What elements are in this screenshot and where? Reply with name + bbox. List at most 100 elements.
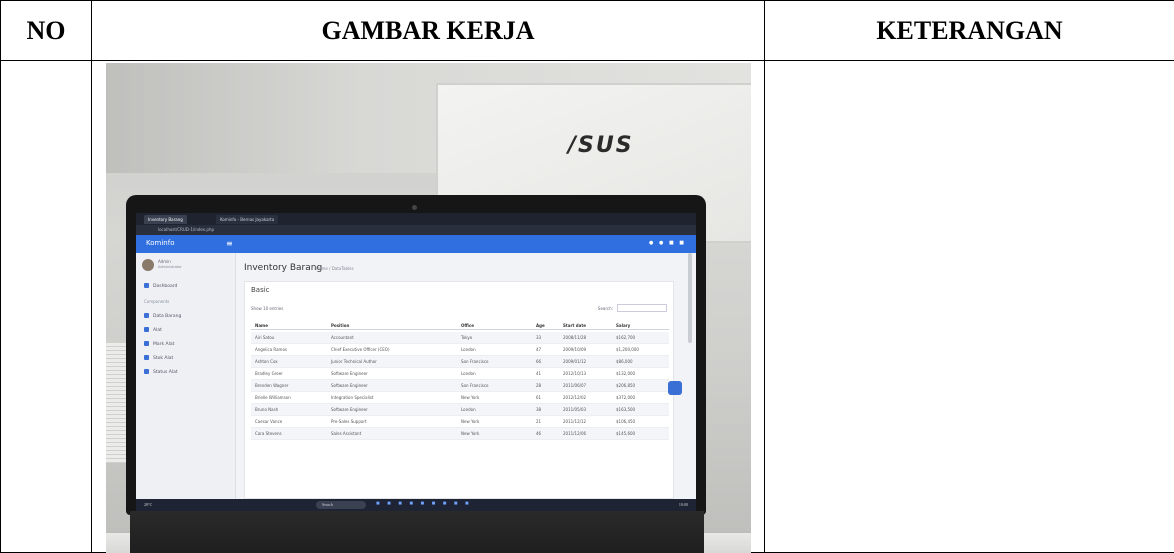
taskbar-search[interactable]: Search bbox=[316, 501, 366, 509]
table-cell: London bbox=[461, 347, 476, 352]
weather-widget[interactable]: 28°C bbox=[144, 502, 152, 507]
taskbar-app-icons[interactable]: ■ ■ ■ ■ ■ ■ ■ ■ ■ bbox=[376, 501, 472, 507]
datatable-card: Basic Show 10 entries Search: Name Posit… bbox=[244, 281, 674, 499]
table-row[interactable]: Brenden Wagner Software Engineer San Franc… bbox=[251, 380, 669, 392]
table-cell: Accountant bbox=[331, 335, 354, 340]
address-bar[interactable]: localhost/CRUD-1/index.php bbox=[136, 225, 696, 235]
table-cell: 33 bbox=[536, 335, 542, 340]
webcam-icon bbox=[412, 205, 417, 210]
cell-no bbox=[0, 60, 92, 553]
sidebar-item-stok-alat[interactable]: Stok Alat bbox=[144, 355, 173, 361]
sidebar-item-alat[interactable]: Alat bbox=[144, 327, 162, 333]
table-cell: 2011/06/07 bbox=[563, 383, 587, 388]
table-cell: $163,500 bbox=[616, 407, 636, 412]
table-cell: 2012/10/13 bbox=[563, 371, 587, 376]
table-row[interactable]: Caesar Vance Pre-Sales Support New York 21 2… bbox=[251, 416, 669, 428]
hamburger-icon[interactable]: ≡ bbox=[226, 239, 233, 248]
laptop-chin bbox=[130, 511, 704, 553]
sidebar-item-data-barang[interactable]: Data Barang bbox=[144, 313, 181, 319]
browser-tab-bar: Inventory Barang Kominfo - Bernas Jayaka… bbox=[136, 213, 696, 225]
work-photo: /SUS Inventory Barang Kominfo - Bernas J… bbox=[106, 63, 751, 553]
table-cell: New York bbox=[461, 431, 480, 436]
avatar bbox=[142, 259, 154, 271]
search-input[interactable] bbox=[617, 304, 667, 312]
column-header-office[interactable]: Office bbox=[461, 323, 474, 328]
header-row: NO GAMBAR KERJA KETERANGAN bbox=[0, 0, 1174, 61]
table-cell: Cara Stevens bbox=[255, 431, 282, 436]
table-cell: 2011/12/06 bbox=[563, 431, 587, 436]
table-cell: 2008/11/28 bbox=[563, 335, 587, 340]
column-header-position[interactable]: Position bbox=[331, 323, 349, 328]
table-cell: Angelica Ramos bbox=[255, 347, 287, 352]
show-entries-select[interactable]: Show 10 entries bbox=[251, 306, 283, 311]
header-gambar-kerja: GAMBAR KERJA bbox=[91, 0, 765, 61]
table-cell: Chief Executive Officer (CEO) bbox=[331, 347, 390, 352]
table-cell: Software Engineer bbox=[331, 383, 368, 388]
search-label: Search: bbox=[597, 306, 613, 311]
column-header-start-date[interactable]: Start date bbox=[563, 323, 586, 328]
home-icon bbox=[144, 283, 149, 288]
table-cell: 2009/01/12 bbox=[563, 359, 587, 364]
table-cell: 2009/10/09 bbox=[563, 347, 587, 352]
column-header-name[interactable]: Name bbox=[255, 323, 268, 328]
table-cell: Integration Specialist bbox=[331, 395, 374, 400]
page-title: Inventory Barang bbox=[244, 263, 323, 273]
table-cell: Ashton Cox bbox=[255, 359, 278, 364]
box-icon bbox=[144, 313, 149, 318]
table-cell: 47 bbox=[536, 347, 542, 352]
table-cell: $1,200,000 bbox=[616, 347, 639, 352]
card-title: Basic bbox=[251, 286, 270, 294]
taskbar: 28°C Search ■ ■ ■ ■ ■ ■ ■ ■ ■ 10:00 bbox=[136, 499, 696, 511]
sidebar-item-mark-alat[interactable]: Mark Alat bbox=[144, 341, 174, 347]
sidebar-item-dashboard[interactable]: Dashboard bbox=[144, 283, 177, 289]
check-icon bbox=[144, 327, 149, 332]
table-row[interactable]: Airi Satou Accountant Tokyo 33 2008/11/28 $16… bbox=[251, 332, 669, 344]
table-cell: $132,000 bbox=[616, 371, 636, 376]
scrollbar[interactable] bbox=[688, 253, 692, 343]
taskbar-clock[interactable]: 10:00 bbox=[679, 502, 688, 507]
table-row[interactable]: Bruno Nash Software Engineer London 38 2011/… bbox=[251, 404, 669, 416]
app-brand[interactable]: Kominfo bbox=[146, 239, 174, 247]
browser-tab-kominfo[interactable]: Kominfo - Bernas Jayakarta bbox=[216, 215, 279, 224]
table-cell: Junior Technical Author bbox=[331, 359, 377, 364]
table-cell: $162,700 bbox=[616, 335, 636, 340]
header-no: NO bbox=[0, 0, 92, 61]
table-row[interactable]: Bradley Greer Software Engineer London 41 20… bbox=[251, 368, 669, 380]
sidebar: Admin Administrator Dashboard Components… bbox=[136, 253, 236, 499]
table-cell: San Francisco bbox=[461, 383, 489, 388]
browser-tab-inventory[interactable]: Inventory Barang bbox=[144, 215, 187, 224]
column-header-salary[interactable]: Salary bbox=[616, 323, 630, 328]
column-header-age[interactable]: Age bbox=[536, 323, 545, 328]
address-text: localhost/CRUD-1/index.php bbox=[158, 227, 215, 232]
cell-keterangan bbox=[764, 60, 1174, 553]
table-cell: Sales Assistant bbox=[331, 431, 362, 436]
table-row[interactable]: Angelica Ramos Chief Executive Officer (C… bbox=[251, 344, 669, 356]
table-cell: Caesar Vance bbox=[255, 419, 283, 424]
table-cell: Tokyo bbox=[461, 335, 473, 340]
sidebar-item-status-alat[interactable]: Status Alat bbox=[144, 369, 178, 375]
table-row[interactable]: Cara Stevens Sales Assistant New York 46 201… bbox=[251, 428, 669, 440]
settings-fab-icon[interactable] bbox=[668, 381, 682, 395]
header-keterangan: KETERANGAN bbox=[764, 0, 1174, 61]
grid-icon bbox=[144, 341, 149, 346]
table-cell: 38 bbox=[536, 407, 542, 412]
chart-icon bbox=[144, 369, 149, 374]
breadcrumb[interactable]: Home / DataTables bbox=[316, 266, 354, 271]
table-cell: New York bbox=[461, 395, 480, 400]
document-table: NO GAMBAR KERJA KETERANGAN /SUS Inventor… bbox=[0, 0, 1174, 553]
table-cell: Bruno Nash bbox=[255, 407, 279, 412]
table-cell: 41 bbox=[536, 371, 542, 376]
table-cell: 61 bbox=[536, 395, 542, 400]
table-cell: London bbox=[461, 371, 476, 376]
user-role: Administrator bbox=[158, 265, 182, 269]
table-row[interactable]: Ashton Cox Junior Technical Author San Fra… bbox=[251, 356, 669, 368]
header-icons[interactable]: ● ● ■ ■ bbox=[649, 240, 686, 246]
table-cell: Airi Satou bbox=[255, 335, 275, 340]
table-cell: San Francisco bbox=[461, 359, 489, 364]
sidebar-heading: Components bbox=[144, 299, 170, 304]
truck-icon bbox=[144, 355, 149, 360]
table-cell: London bbox=[461, 407, 476, 412]
table-cell: 28 bbox=[536, 383, 542, 388]
table-cell: Bradley Greer bbox=[255, 371, 283, 376]
table-row[interactable]: Brielle Williamson Integration Specialist… bbox=[251, 392, 669, 404]
